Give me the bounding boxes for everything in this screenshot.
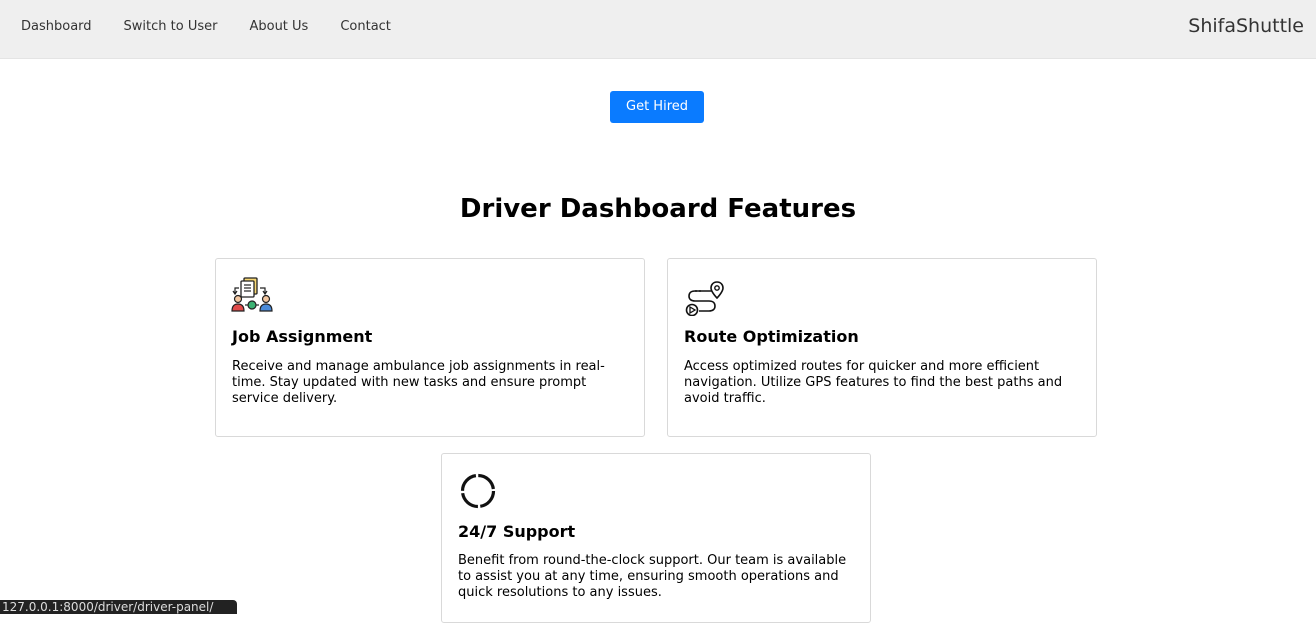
feature-card-support: 24/7 Support Benefit from round-the-cloc…	[441, 453, 871, 623]
top-navbar: Dashboard Switch to User About Us Contac…	[0, 0, 1316, 59]
card-title: Job Assignment	[232, 327, 373, 346]
link-status-bar: 127.0.0.1:8000/driver/driver-panel/	[0, 600, 237, 614]
feature-card-route-optimization: Route Optimization Access optimized rout…	[667, 258, 1097, 437]
nav-links: Dashboard Switch to User About Us Contac…	[21, 19, 423, 35]
card-text: Benefit from round-the-clock support. Ou…	[458, 553, 847, 600]
card-title: 24/7 Support	[458, 522, 576, 541]
nav-link-contact[interactable]: Contact	[340, 19, 391, 35]
get-hired-button[interactable]: Get Hired	[610, 91, 704, 123]
job-assignment-icon	[231, 276, 273, 316]
brand-name[interactable]: ShifaShuttle	[1188, 15, 1304, 37]
card-text: Access optimized routes for quicker and …	[684, 359, 1063, 406]
nav-link-dashboard[interactable]: Dashboard	[21, 19, 92, 35]
features-title: Driver Dashboard Features	[459, 194, 857, 224]
route-map-icon	[683, 276, 725, 317]
card-title: Route Optimization	[684, 327, 859, 346]
nav-link-switch-to-user[interactable]: Switch to User	[124, 19, 218, 35]
feature-card-job-assignment: Job Assignment Receive and manage ambula…	[215, 258, 645, 437]
card-text: Receive and manage ambulance job assignm…	[232, 359, 605, 406]
loading-circle-icon	[458, 471, 500, 511]
nav-link-about-us[interactable]: About Us	[249, 19, 308, 35]
